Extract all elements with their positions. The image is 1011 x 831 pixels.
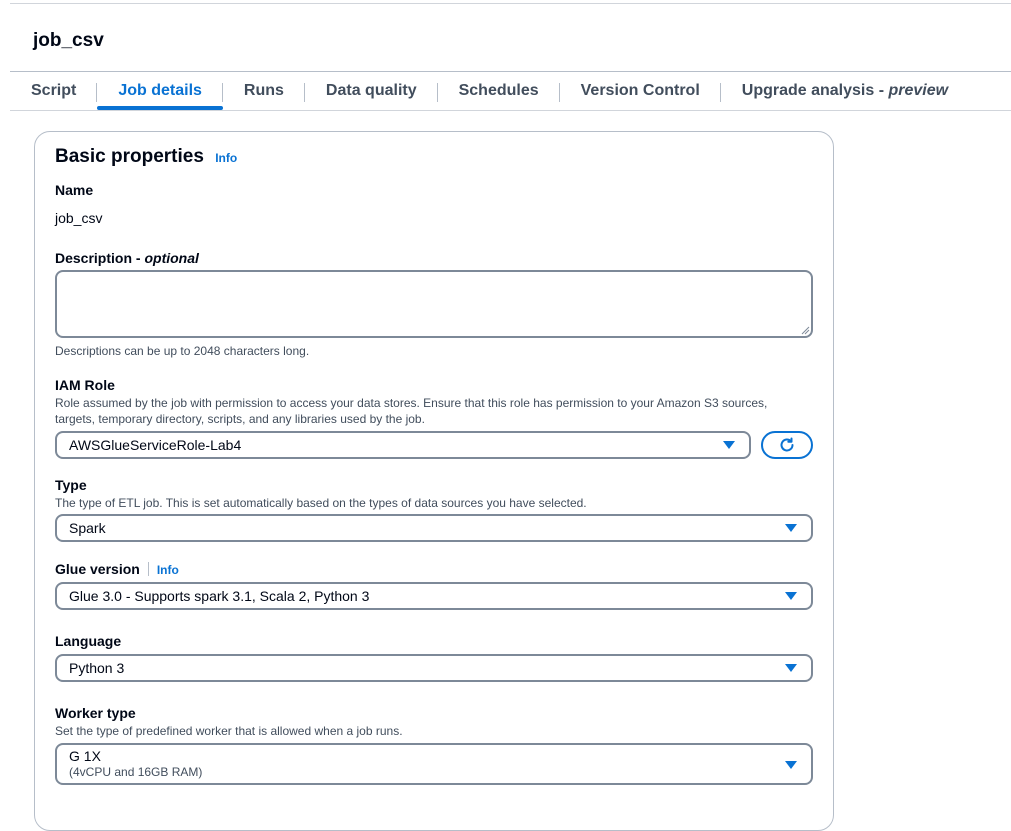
page-title: job_csv bbox=[33, 30, 104, 51]
tab-job-details[interactable]: Job details bbox=[97, 72, 223, 110]
tab-version-control[interactable]: Version Control bbox=[560, 72, 721, 110]
iam-role-select[interactable]: AWSGlueServiceRole-Lab4 bbox=[55, 431, 751, 459]
description-label: Description - optional bbox=[55, 250, 199, 266]
glue-version-value: Glue 3.0 - Supports spark 3.1, Scala 2, … bbox=[69, 588, 370, 604]
iam-role-value: AWSGlueServiceRole-Lab4 bbox=[69, 437, 242, 453]
caret-down-icon bbox=[785, 761, 797, 769]
worker-type-hint: Set the type of predefined worker that i… bbox=[55, 724, 403, 738]
info-link[interactable]: Info bbox=[215, 151, 237, 165]
tab-label: Schedules bbox=[458, 82, 539, 99]
type-label: Type bbox=[55, 477, 87, 493]
worker-type-select[interactable]: G 1X (4vCPU and 16GB RAM) bbox=[55, 743, 813, 785]
language-label: Language bbox=[55, 633, 122, 649]
tab-label-preview: preview bbox=[888, 82, 949, 99]
tab-label: Runs bbox=[243, 82, 284, 99]
tab-label: Script bbox=[31, 82, 77, 99]
glue-version-label: Glue version Info bbox=[55, 561, 179, 577]
description-label-text: Description - bbox=[55, 250, 145, 266]
refresh-icon bbox=[780, 437, 794, 452]
tab-label: Job details bbox=[118, 82, 202, 99]
description-hint: Descriptions can be up to 2048 character… bbox=[55, 344, 310, 358]
caret-down-icon bbox=[723, 441, 735, 449]
name-label: Name bbox=[55, 182, 94, 198]
tab-upgrade-analysis[interactable]: Upgrade analysis - preview bbox=[721, 72, 969, 110]
iam-role-label: IAM Role bbox=[55, 377, 115, 393]
type-select[interactable]: Spark bbox=[55, 514, 813, 542]
refresh-button[interactable] bbox=[761, 431, 813, 459]
type-value: Spark bbox=[69, 520, 106, 536]
top-divider bbox=[10, 3, 1011, 4]
tab-bar: Script Job details Runs Data quality Sch… bbox=[10, 71, 1011, 111]
glue-version-label-text: Glue version bbox=[55, 561, 140, 577]
caret-down-icon bbox=[785, 592, 797, 600]
caret-down-icon bbox=[785, 524, 797, 532]
description-optional: optional bbox=[144, 250, 199, 266]
section-title-text: Basic properties bbox=[55, 146, 204, 167]
basic-properties-card: Basic properties Info Name job_csv Descr… bbox=[34, 131, 834, 831]
worker-type-label: Worker type bbox=[55, 705, 136, 721]
worker-type-value: G 1X bbox=[69, 748, 101, 764]
section-title: Basic properties Info bbox=[55, 146, 237, 168]
tab-label: Data quality bbox=[325, 82, 417, 99]
language-select[interactable]: Python 3 bbox=[55, 654, 813, 682]
language-value: Python 3 bbox=[69, 660, 125, 676]
type-hint: The type of ETL job. This is set automat… bbox=[55, 496, 587, 510]
name-value: job_csv bbox=[55, 210, 103, 226]
worker-type-sub: (4vCPU and 16GB RAM) bbox=[69, 765, 203, 779]
info-link[interactable]: Info bbox=[157, 563, 179, 577]
tab-label: Upgrade analysis - bbox=[741, 82, 889, 99]
tab-script[interactable]: Script bbox=[10, 72, 98, 110]
tab-data-quality[interactable]: Data quality bbox=[305, 72, 438, 110]
tab-label: Version Control bbox=[580, 82, 700, 99]
tab-schedules[interactable]: Schedules bbox=[438, 72, 560, 110]
tab-runs[interactable]: Runs bbox=[223, 72, 305, 110]
glue-version-select[interactable]: Glue 3.0 - Supports spark 3.1, Scala 2, … bbox=[55, 582, 813, 610]
iam-role-hint: Role assumed by the job with permission … bbox=[55, 396, 768, 426]
description-field[interactable] bbox=[55, 270, 813, 338]
caret-down-icon bbox=[785, 664, 797, 672]
label-divider bbox=[147, 562, 149, 576]
